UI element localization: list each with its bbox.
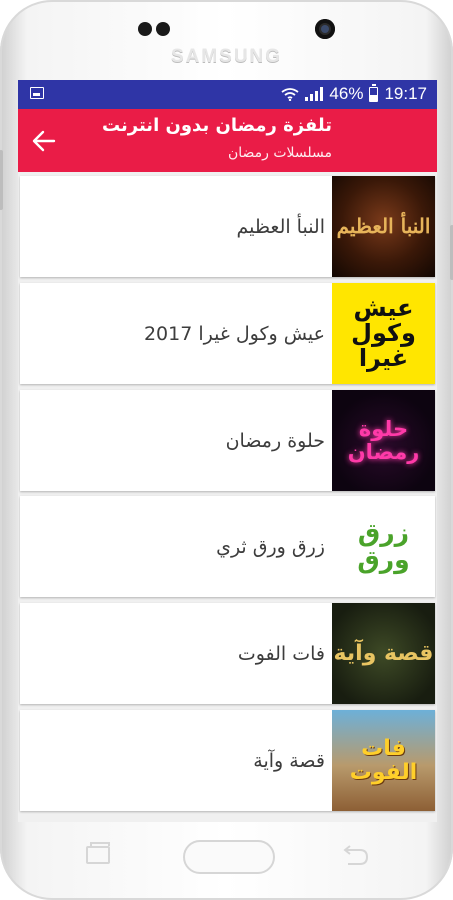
arrow-back-icon[interactable] <box>30 127 58 155</box>
thumbnail: زرق ورق <box>332 496 435 597</box>
list-item[interactable]: زرق ورق زرق ورق ثري <box>20 496 435 597</box>
recent-apps-icon[interactable] <box>86 842 110 864</box>
list-item-label: قصة وآية <box>253 749 325 772</box>
thumbnail: عيش وكول غيرا <box>332 283 435 384</box>
list-item-label: حلوة رمضان <box>225 429 325 452</box>
app-title: تلفزة رمضان بدون انترنت <box>101 115 332 136</box>
hardware-nav <box>0 822 453 900</box>
list-item[interactable]: حلوة رمضان حلوة رمضان <box>20 390 435 491</box>
clock: 19:17 <box>384 84 427 103</box>
thumbnail: النبأ العظيم <box>332 176 435 277</box>
list-item[interactable]: النبأ العظيم النبأ العظيم <box>20 176 435 277</box>
phone-frame: SAMSUNG 46% 19:17 تلفزة رمضان بدون انترن… <box>0 0 453 900</box>
thumbnail: حلوة رمضان <box>332 390 435 491</box>
battery-percent: 46% <box>329 84 364 103</box>
list-item[interactable]: فات الفوت قصة وآية <box>20 710 435 811</box>
list-item-label: عيش وكول غيرا 2017 <box>143 322 325 345</box>
brand-logo: SAMSUNG <box>170 46 283 67</box>
sensor-dot <box>156 22 170 36</box>
list-item-label: النبأ العظيم <box>236 215 325 238</box>
screen: 46% 19:17 تلفزة رمضان بدون انترنت مسلسلا… <box>18 80 437 822</box>
sensor-dot <box>138 22 152 36</box>
home-button[interactable] <box>183 840 275 874</box>
status-icons: 46% 19:17 <box>281 83 427 104</box>
signal-icon <box>305 87 324 101</box>
list-item[interactable]: قصة وآية فات الفوت <box>20 603 435 704</box>
image-icon <box>30 87 44 99</box>
volume-button <box>0 150 3 210</box>
battery-icon <box>369 83 379 102</box>
front-camera <box>315 19 335 39</box>
thumbnail: فات الفوت <box>332 710 435 811</box>
list-item-label: فات الفوت <box>237 642 325 665</box>
wifi-icon <box>281 88 299 101</box>
list-item-label: زرق ورق ثري <box>216 535 325 558</box>
status-bar: 46% 19:17 <box>18 80 437 109</box>
app-bar: تلفزة رمضان بدون انترنت مسلسلات رمضان <box>18 109 437 172</box>
app-subtitle: مسلسلات رمضان <box>227 145 332 161</box>
list-item[interactable]: عيش وكول غيرا عيش وكول غيرا 2017 <box>20 283 435 384</box>
thumbnail: قصة وآية <box>332 603 435 704</box>
back-nav-icon[interactable] <box>340 844 370 868</box>
